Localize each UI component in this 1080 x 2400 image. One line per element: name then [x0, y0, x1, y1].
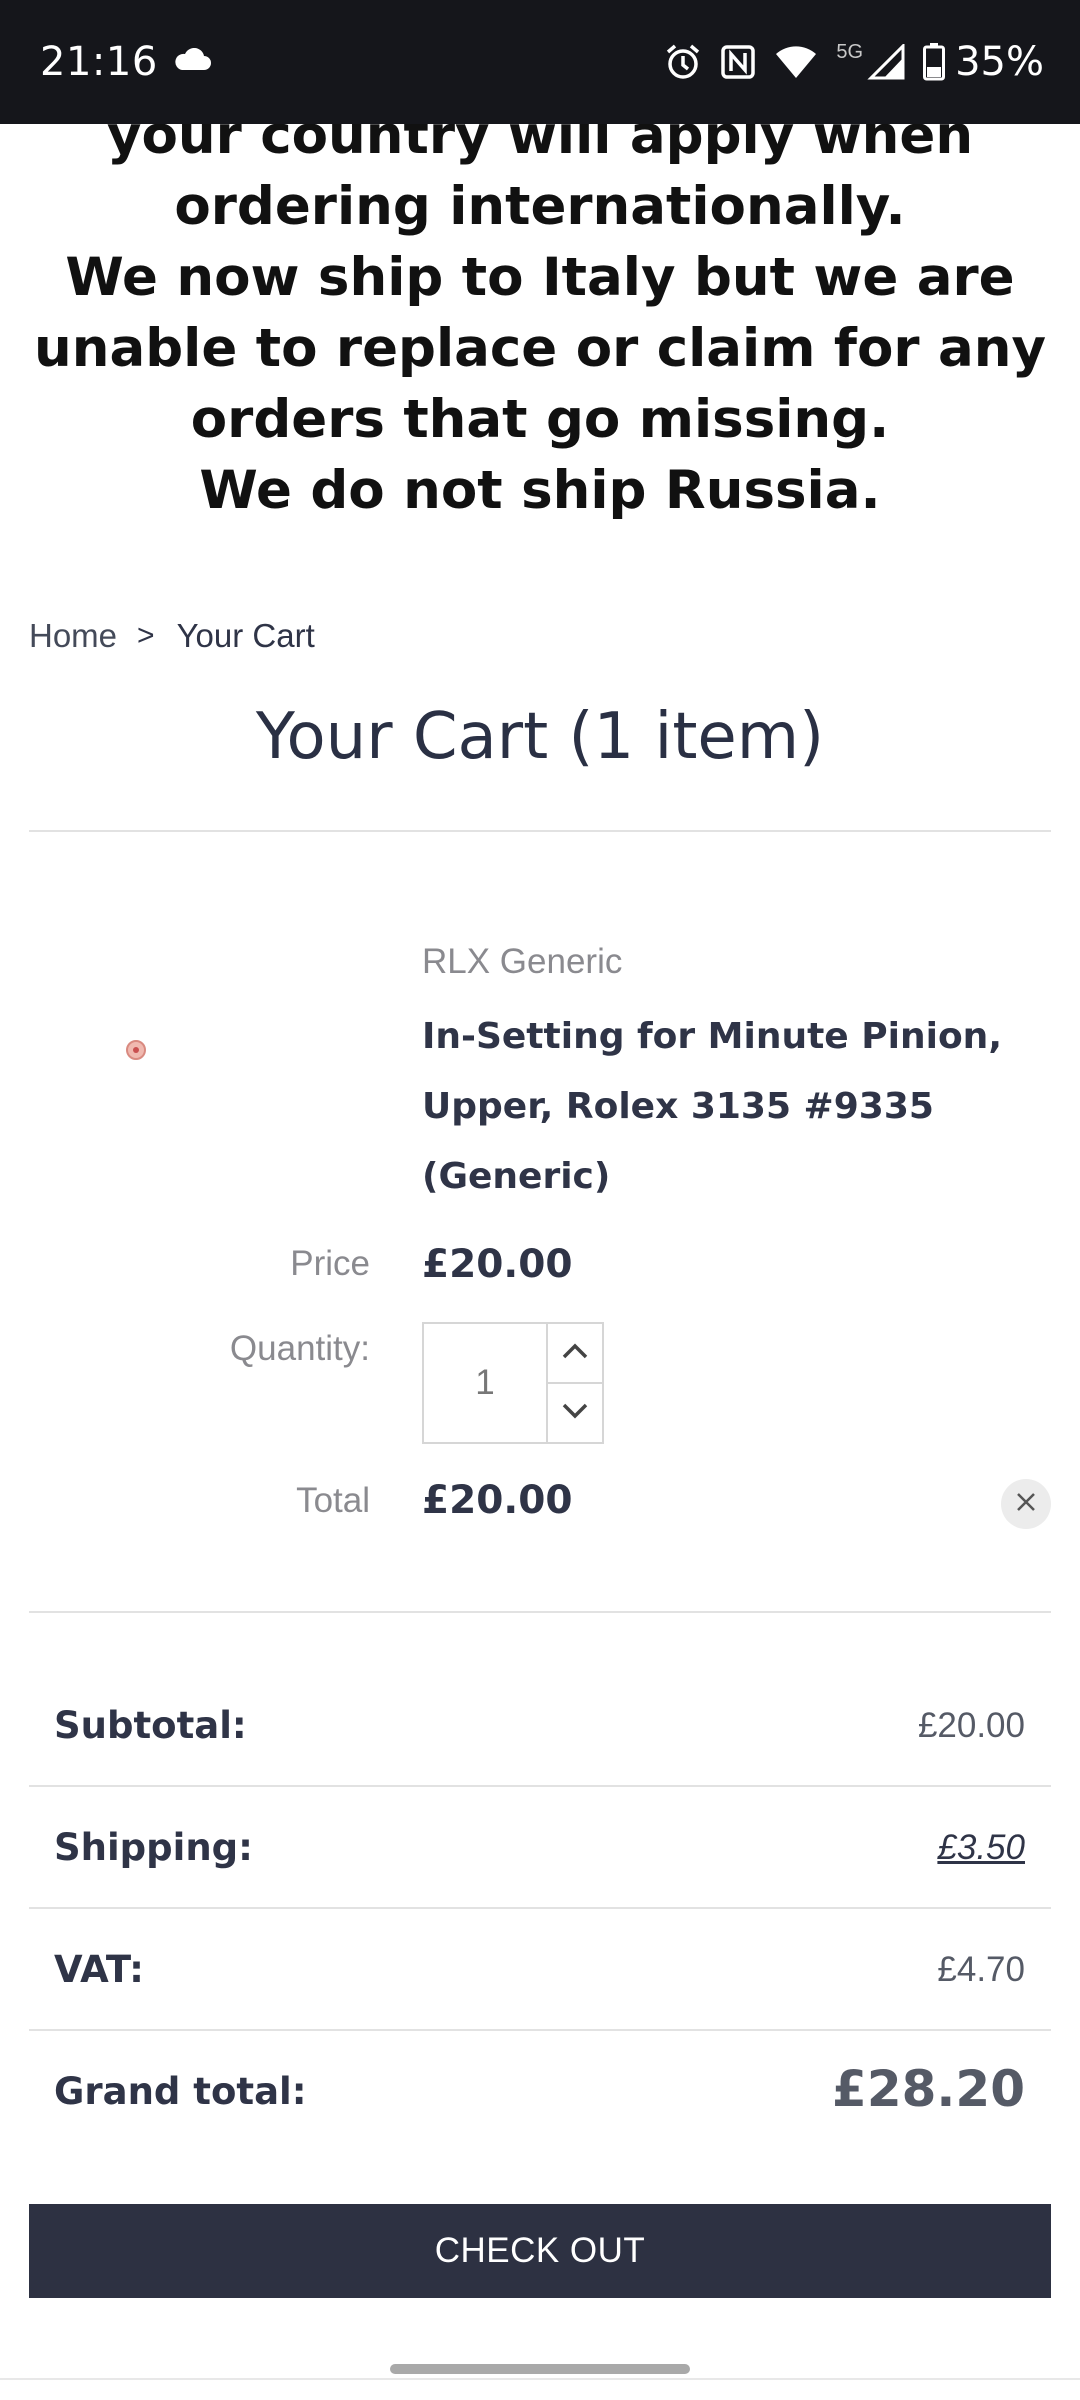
battery-percent: 35% — [955, 39, 1044, 85]
quantity-decrease-button[interactable] — [548, 1382, 602, 1442]
notice-line: We do not ship Russia. — [199, 460, 881, 521]
breadcrumb: Home > Your Cart — [29, 617, 315, 655]
quantity-increase-button[interactable] — [548, 1324, 602, 1382]
divider — [29, 1611, 1051, 1613]
status-left: 21:16 — [40, 39, 212, 85]
status-bar: 21:16 5G 35% — [0, 0, 1080, 124]
subtotal-label: Subtotal: — [54, 1704, 247, 1747]
battery-icon — [923, 43, 946, 81]
divider — [29, 830, 1051, 832]
notice-line: unable to replace or claim for any — [34, 318, 1046, 379]
home-indicator[interactable] — [390, 2364, 690, 2374]
quantity-steppers — [548, 1324, 602, 1442]
close-icon — [1015, 1491, 1037, 1518]
price-value: £20.00 — [422, 1242, 573, 1287]
product-thumbnail[interactable] — [126, 1040, 146, 1060]
product-name-line: (Generic) — [422, 1156, 611, 1197]
breadcrumb-current: Your Cart — [176, 617, 315, 654]
shipping-value: £3.50 — [937, 1828, 1025, 1868]
subtotal-value: £20.00 — [917, 1706, 1025, 1745]
signal-icon — [867, 44, 905, 80]
cloud-icon — [172, 47, 212, 77]
chevron-down-icon — [561, 1402, 589, 1425]
status-time: 21:16 — [40, 39, 158, 85]
grand-total-value: £28.20 — [832, 2060, 1025, 2118]
breadcrumb-home-link[interactable]: Home — [29, 617, 117, 655]
product-name-line: In-Setting for Minute Pinion, — [422, 1016, 1002, 1057]
vat-label: VAT: — [54, 1948, 144, 1991]
network-type-label: 5G — [836, 40, 864, 63]
chevron-up-icon — [561, 1342, 589, 1365]
shipping-estimate-link[interactable]: £3.50 — [937, 1828, 1025, 1867]
shipping-notice: your country will apply when ordering in… — [30, 124, 1050, 526]
nfc-icon — [720, 44, 756, 80]
quantity-input[interactable] — [424, 1324, 548, 1442]
notice-line: ordering internationally. — [174, 176, 906, 237]
divider — [29, 1907, 1051, 1909]
product-name-link[interactable]: In-Setting for Minute Pinion, Upper, Rol… — [422, 1002, 1022, 1212]
grand-total-label: Grand total: — [54, 2070, 307, 2113]
remove-item-button[interactable] — [1001, 1479, 1051, 1529]
page-title: Your Cart (1 item) — [255, 700, 825, 774]
item-total-value: £20.00 — [422, 1478, 573, 1523]
checkout-button[interactable]: CHECK OUT — [29, 2204, 1051, 2298]
wifi-icon — [774, 44, 818, 80]
notice-line: We now ship to Italy but we are — [65, 247, 1015, 308]
price-label: Price — [290, 1244, 370, 1283]
divider — [29, 2029, 1051, 2031]
product-brand: RLX Generic — [422, 942, 623, 981]
product-name-line: Upper, Rolex 3135 #9335 — [422, 1086, 934, 1127]
total-label: Total — [296, 1481, 370, 1520]
status-right: 5G 35% — [664, 39, 1044, 85]
quantity-label: Quantity: — [229, 1329, 370, 1368]
breadcrumb-separator: > — [137, 619, 155, 652]
vat-value: £4.70 — [937, 1950, 1025, 1989]
quantity-stepper — [422, 1322, 604, 1444]
alarm-icon — [664, 43, 702, 81]
bottom-edge — [0, 2378, 1080, 2380]
divider — [29, 1785, 1051, 1787]
shipping-label: Shipping: — [54, 1826, 253, 1869]
notice-line: orders that go missing. — [190, 389, 890, 450]
